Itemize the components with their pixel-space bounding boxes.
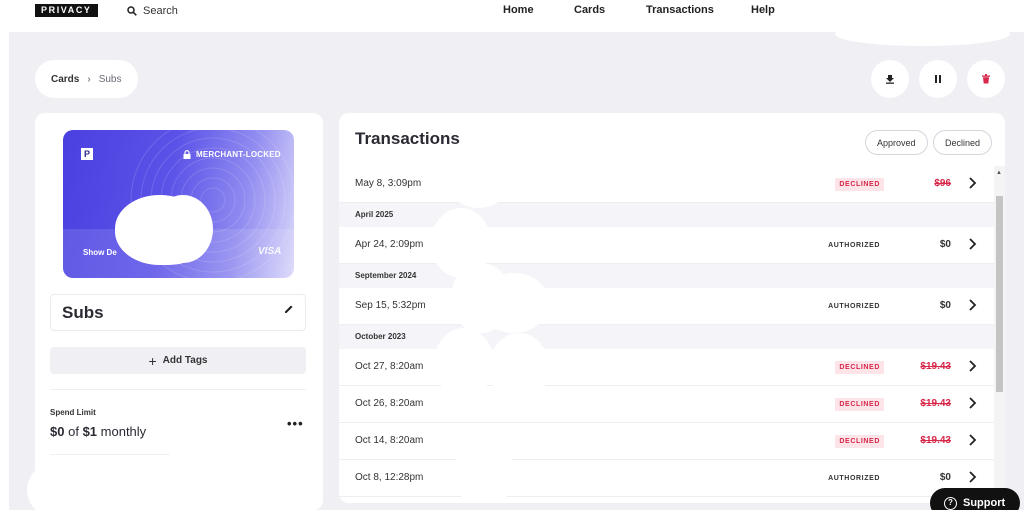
- download-icon: [886, 75, 894, 84]
- spend-limit-value: $0 of $1 monthly: [50, 424, 146, 439]
- pencil-icon[interactable]: [283, 303, 295, 315]
- add-tags-label: Add Tags: [162, 355, 208, 366]
- merchant-locked-badge: MERCHANT-LOCKED: [183, 150, 281, 159]
- scroll-up-icon[interactable]: ▲: [996, 170, 1002, 176]
- spend-limit-amount: $1: [82, 424, 98, 439]
- transaction-date: Oct 14, 8:20am: [355, 435, 424, 446]
- pause-button[interactable]: [919, 60, 957, 98]
- transactions-title: Transactions: [355, 129, 460, 148]
- more-options-icon[interactable]: •••: [287, 416, 304, 431]
- spend-used: $0: [50, 424, 65, 439]
- edge-strip: [0, 32, 9, 510]
- main-nav: Home Cards Transactions Help: [0, 4, 1024, 18]
- transactions-list: May 8, 3:09pm DECLINED $96 April 2025 Apr 24…: [339, 166, 994, 497]
- transaction-amount: $19.43: [920, 361, 951, 372]
- chevron-right-icon[interactable]: [967, 176, 977, 190]
- chevron-right-icon[interactable]: [967, 470, 977, 484]
- card-panel: P MERCHANT-LOCKED Show De VISA Subs + Ad…: [27, 113, 323, 510]
- plus-icon: +: [148, 352, 157, 369]
- divider: [50, 389, 306, 390]
- redaction-blob: [153, 195, 213, 263]
- transaction-amount: $19.43: [920, 435, 951, 446]
- redaction-blob: [434, 328, 494, 398]
- trash-icon: [982, 74, 990, 84]
- breadcrumb: Cards › Subs: [35, 60, 138, 98]
- spend-limit-label: Spend Limit: [50, 408, 96, 417]
- transaction-amount: $96: [934, 178, 951, 189]
- support-label: Support: [963, 497, 1006, 509]
- breadcrumb-current: Subs: [98, 73, 122, 85]
- transaction-amount: $19.43: [920, 398, 951, 409]
- transaction-date: Oct 27, 8:20am: [355, 361, 424, 372]
- filter-approved[interactable]: Approved: [865, 130, 928, 155]
- redaction-blob: [449, 448, 519, 503]
- transaction-status: DECLINED: [835, 361, 884, 374]
- redaction-blob: [27, 455, 122, 510]
- card-logo: P: [81, 148, 93, 160]
- redaction-blob: [479, 273, 549, 333]
- spend-of: of: [68, 424, 79, 439]
- transaction-date: Oct 26, 8:20am: [355, 398, 424, 409]
- card-name: Subs: [62, 303, 104, 322]
- transaction-status: DECLINED: [835, 178, 884, 191]
- support-button[interactable]: ? Support: [930, 488, 1020, 510]
- redaction-blob: [835, 22, 1010, 46]
- transaction-status: DECLINED: [835, 435, 884, 448]
- transaction-status: AUTHORIZED: [828, 242, 880, 249]
- card-name-box[interactable]: Subs: [50, 294, 306, 331]
- nav-transactions[interactable]: Transactions: [646, 4, 714, 16]
- transaction-date: Oct 8, 12:28pm: [355, 472, 424, 483]
- nav-home[interactable]: Home: [503, 4, 534, 16]
- lock-icon: [183, 150, 191, 159]
- transaction-amount: $0: [939, 239, 951, 250]
- pause-icon: [935, 75, 941, 83]
- nav-help[interactable]: Help: [751, 4, 775, 16]
- scrollbar[interactable]: ▲: [994, 166, 1005, 503]
- transaction-status: DECLINED: [835, 398, 884, 411]
- chevron-right-icon[interactable]: [967, 298, 977, 312]
- transaction-date: Apr 24, 2:09pm: [355, 239, 424, 250]
- help-icon: ?: [944, 496, 957, 510]
- merchant-locked-label: MERCHANT-LOCKED: [196, 150, 281, 159]
- redaction-blob: [489, 333, 549, 403]
- transaction-status: AUTHORIZED: [828, 303, 880, 310]
- spend-period: monthly: [100, 424, 147, 439]
- add-tags-button[interactable]: + Add Tags: [50, 347, 306, 374]
- transaction-row[interactable]: Oct 8, 12:28pm AUTHORIZED $0: [339, 460, 994, 497]
- visa-logo: VISA: [258, 246, 282, 257]
- transaction-row[interactable]: May 8, 3:09pm DECLINED $96: [339, 166, 994, 203]
- transaction-amount: $0: [939, 472, 951, 483]
- month-group-header: September 2024: [339, 264, 994, 288]
- transaction-date: Sep 15, 5:32pm: [355, 300, 426, 311]
- chevron-right-icon[interactable]: [967, 433, 977, 447]
- scroll-thumb[interactable]: [996, 196, 1003, 392]
- chevron-right-icon[interactable]: [967, 359, 977, 373]
- download-button[interactable]: [871, 60, 909, 98]
- transaction-amount: $0: [939, 300, 951, 311]
- chevron-right-icon[interactable]: [967, 396, 977, 410]
- redaction-blob: [451, 168, 506, 208]
- transaction-row[interactable]: Oct 14, 8:20am DECLINED $19.43: [339, 423, 994, 460]
- transaction-row[interactable]: Sep 15, 5:32pm AUTHORIZED $0: [339, 288, 994, 325]
- chevron-right-icon: ›: [87, 73, 91, 85]
- filter-declined[interactable]: Declined: [933, 130, 993, 155]
- chevron-right-icon[interactable]: [967, 237, 977, 251]
- transaction-date: May 8, 3:09pm: [355, 178, 422, 189]
- transactions-panel: Transactions Approved Declined May 8, 3:…: [339, 113, 1005, 503]
- transaction-status: AUTHORIZED: [828, 475, 880, 482]
- delete-button[interactable]: [967, 60, 1005, 98]
- nav-cards[interactable]: Cards: [574, 4, 605, 16]
- transaction-row[interactable]: Oct 26, 8:20am DECLINED $19.43: [339, 386, 994, 423]
- show-details-button[interactable]: Show De: [83, 248, 117, 257]
- breadcrumb-cards[interactable]: Cards: [51, 74, 79, 85]
